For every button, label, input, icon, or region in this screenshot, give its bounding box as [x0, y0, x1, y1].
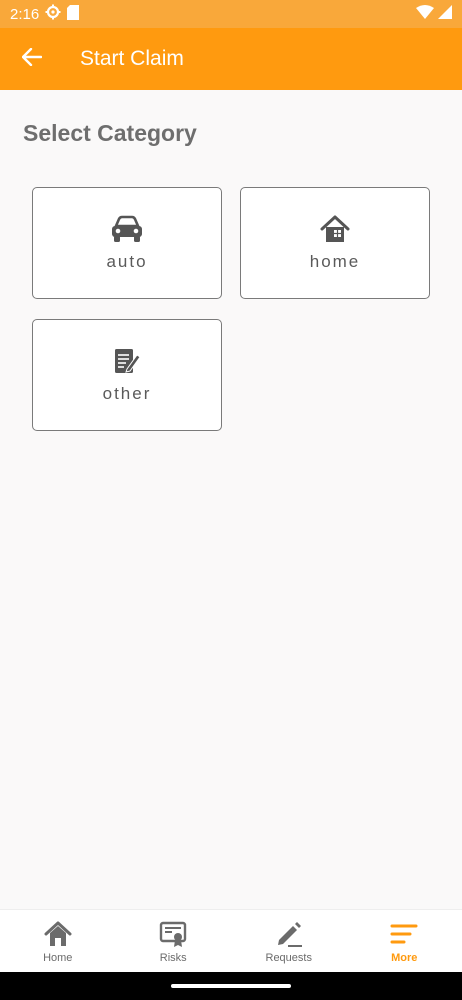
pencil-icon: [275, 919, 303, 949]
category-card-other[interactable]: other: [32, 319, 222, 431]
signal-icon: [438, 5, 452, 23]
car-icon: [110, 214, 144, 244]
settings-gear-icon: [45, 4, 61, 24]
bottom-nav: Home Risks Requests More: [0, 909, 462, 972]
nav-item-more[interactable]: More: [347, 910, 462, 972]
document-edit-icon: [113, 346, 141, 376]
nav-item-home[interactable]: Home: [0, 910, 116, 972]
page-title: Start Claim: [80, 47, 184, 70]
wifi-icon: [416, 5, 434, 23]
house-icon: [320, 214, 350, 244]
category-card-home[interactable]: home: [240, 187, 430, 299]
category-card-auto[interactable]: auto: [32, 187, 222, 299]
status-time: 2:16: [10, 5, 40, 23]
certificate-icon: [159, 919, 187, 949]
status-bar: 2:16: [0, 0, 462, 28]
menu-icon: [390, 919, 418, 949]
nav-item-risks[interactable]: Risks: [116, 910, 232, 972]
home-gesture-handle[interactable]: [171, 984, 291, 988]
category-label: auto: [106, 252, 148, 271]
sd-card-icon: [67, 4, 80, 24]
arrow-left-icon: [21, 47, 43, 71]
home-icon: [44, 919, 72, 949]
category-label: other: [102, 384, 152, 403]
back-button[interactable]: [0, 28, 64, 90]
section-title: Select Category: [23, 120, 197, 146]
nav-item-requests[interactable]: Requests: [231, 910, 347, 972]
nav-label: Requests: [265, 951, 312, 964]
system-gesture-bar: [0, 972, 462, 1000]
category-label: home: [309, 252, 361, 271]
nav-label: Home: [43, 951, 73, 964]
nav-label: Risks: [159, 951, 187, 964]
nav-label: More: [391, 951, 418, 964]
app-bar: Start Claim: [0, 28, 462, 90]
